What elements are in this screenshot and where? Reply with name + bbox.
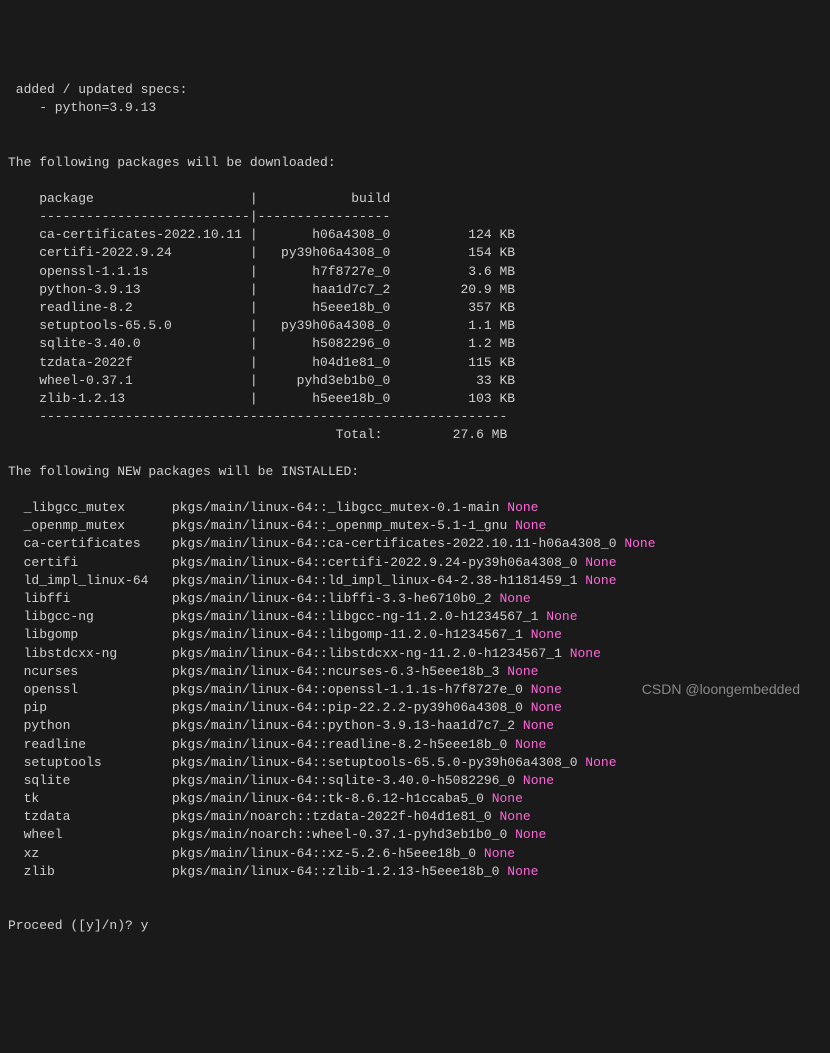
terminal-output[interactable]: added / updated specs: - python=3.9.13 T… [8, 81, 822, 936]
watermark: CSDN @loongembedded [642, 680, 800, 700]
